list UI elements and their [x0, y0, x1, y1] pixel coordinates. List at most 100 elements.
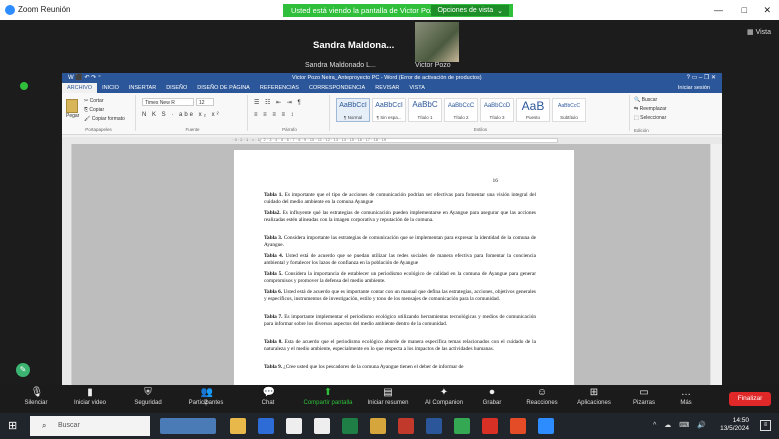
vertical-scrollbar[interactable] [710, 144, 722, 385]
tab-diseno[interactable]: DISEÑO [161, 83, 192, 93]
paragraph-heading: Tabla 6. [264, 289, 283, 295]
acrobat-icon[interactable] [510, 418, 526, 434]
copy-button[interactable]: ⎘ Copiar [84, 107, 104, 113]
view-options-label: Opciones de vista [437, 7, 494, 14]
chat-button[interactable]: 💬 Chat [236, 387, 300, 406]
paragraph-text: ¿Cree usted que los pescadores de la com… [282, 364, 464, 370]
style-heading-1[interactable]: AaBbC Título 1 [408, 98, 442, 122]
word-window-controls[interactable]: ? ▭ – ❐ ✕ [687, 74, 716, 81]
tab-vista[interactable]: VISTA [404, 83, 430, 93]
participant-strip: Sandra Maldona... Sandra Maldonado L... … [303, 20, 463, 76]
list-buttons[interactable]: ☰ ☷ ⇤ ⇥ ¶ [254, 99, 303, 106]
tab-diseno-pagina[interactable]: DISEÑO DE PÁGINA [192, 83, 255, 93]
security-button[interactable]: ⛨ Seguridad [116, 387, 180, 406]
replace-button[interactable]: ⇆ Reemplazar [634, 106, 667, 112]
paragraph-table-7: Tabla 7. Es importante implementar el pe… [264, 314, 536, 328]
chat-icon: 💬 [262, 387, 275, 398]
font-size-select[interactable]: 12 [196, 98, 214, 106]
participants-glyph: 👥 [200, 387, 213, 398]
annotate-pencil-icon[interactable]: ✎ [16, 363, 30, 377]
zoom-taskbar-icon[interactable] [538, 418, 554, 434]
text-format-buttons[interactable]: N K S · abe x₂ x² [142, 112, 221, 118]
align-buttons[interactable]: ≡ ≡ ≡ ≡ ↕ [254, 112, 296, 118]
format-painter-button[interactable]: 🖌 Copiar formato [84, 116, 125, 122]
mute-label: Silenciar [24, 400, 48, 406]
file-explorer-icon[interactable] [230, 418, 246, 434]
view-button[interactable]: ▦ Vista [747, 28, 771, 36]
windows-start-icon[interactable]: ⊞ [8, 420, 20, 432]
tab-archivo[interactable]: ARCHIVO [62, 83, 98, 93]
video-off-icon: ▮ [87, 387, 93, 398]
start-video-label: Iniciar video [73, 400, 106, 406]
tab-correspondencia[interactable]: CORRESPONDENCIA [304, 83, 370, 93]
sign-in-link[interactable]: Iniciar sesión [678, 85, 710, 91]
opera-icon[interactable] [398, 418, 414, 434]
document-title: Victor Pozo Neira_Anteproyecto PC - Word… [292, 75, 482, 81]
start-summary-button[interactable]: ▤ Iniciar resumen [356, 387, 420, 406]
word-icon[interactable] [426, 418, 442, 434]
cut-button[interactable]: ✂ Cortar [84, 98, 104, 104]
meeting-area: ▦ Vista Sandra Maldona... Sandra Maldona… [0, 20, 779, 385]
paragraph-table-1: Tabla 1. Es importante que el tipo de ac… [264, 192, 536, 206]
taskbar-app-icon[interactable] [482, 418, 498, 434]
taskbar-document-icon[interactable] [314, 418, 330, 434]
taskbar-app-icon[interactable] [258, 418, 274, 434]
tab-referencias[interactable]: REFERENCIAS [255, 83, 304, 93]
apps-icon: ⊞ [589, 387, 599, 398]
view-options-button[interactable]: Opciones de vista ⌄ [431, 5, 509, 16]
windows-taskbar: ⊞ ⌕ Buscar ^ ☁ ⌨ 🔊 14:50 13/5/2024 ≡ [0, 413, 779, 439]
paste-label: Pegar [66, 113, 80, 119]
style-heading-2[interactable]: AaBbCcC Título 2 [444, 98, 478, 122]
minimize-button[interactable]: — [714, 5, 723, 15]
horizontal-ruler[interactable]: · 3 · 2 · 1 · ⌂ · 1 · 2 · 3 · 4 · 5 · 6 … [62, 137, 722, 144]
chrome-icon[interactable] [454, 418, 470, 434]
document-page[interactable]: 16 Tabla 1. Es importante que el tipo de… [234, 150, 574, 385]
paragraph-table-4: Tabla 4. Usted está de acuerdo que se pu… [264, 253, 536, 267]
system-tray-icons[interactable]: ^ ☁ ⌨ 🔊 [653, 421, 709, 429]
paste-button[interactable]: Pegar [66, 99, 79, 119]
style-heading-3[interactable]: AaBbCcD Título 3 [480, 98, 514, 122]
tab-insertar[interactable]: INSERTAR [124, 83, 161, 93]
tab-inicio[interactable]: INICIO [97, 83, 124, 93]
style-name: ¶ Sin espa... [376, 115, 402, 120]
close-button[interactable]: ✕ [763, 5, 771, 16]
participant-video[interactable] [415, 22, 459, 62]
replace-label: Reemplazar [639, 106, 667, 112]
notifications-icon[interactable]: ≡ [760, 420, 771, 431]
security-shield-icon: ⛨ [144, 387, 152, 398]
taskbar-folder-icon[interactable] [370, 418, 386, 434]
taskbar-search[interactable]: ⌕ Buscar [30, 416, 150, 436]
share-screen-button[interactable]: ⬆ Compartir pantalla [296, 387, 360, 406]
style-subtitle[interactable]: AaBbCcC Subtítulo [552, 98, 586, 122]
document-canvas: 16 Tabla 1. Es importante que el tipo de… [72, 144, 710, 385]
style-sample: AaBbC [412, 100, 438, 109]
taskbar-news-widget-icon[interactable] [160, 418, 216, 434]
tab-revisar[interactable]: REVISAR [370, 83, 404, 93]
paragraph-heading: Tabla 4. [264, 253, 284, 259]
styles-group: AaBbCcI ¶ Normal AaBbCcI ¶ Sin espa... AaB… [332, 95, 630, 132]
paragraph-text: Es importante implementar el periodismo … [264, 314, 536, 327]
cut-label: Cortar [89, 98, 104, 104]
encryption-shield-icon[interactable] [20, 82, 28, 90]
clock[interactable]: 14:50 13/5/2024 [720, 417, 749, 433]
quick-access-toolbar[interactable]: W ⬛ ↶ ↷ ⁼ [68, 74, 101, 81]
summary-icon: ▤ [383, 387, 393, 398]
style-no-spacing[interactable]: AaBbCcI ¶ Sin espa... [372, 98, 406, 122]
ruler-marks: · 3 · 2 · 1 · ⌂ · 1 · 2 · 3 · 4 · 5 · 6 … [232, 137, 386, 142]
vertical-ruler[interactable] [62, 144, 72, 385]
style-normal[interactable]: AaBbCcI ¶ Normal [336, 98, 370, 122]
word-titlebar: W ⬛ ↶ ↷ ⁼ Victor Pozo Neira_Anteproyecto… [62, 73, 722, 83]
start-video-button[interactable]: ▮ Iniciar video [58, 387, 122, 406]
copy-label: Copiar [89, 107, 105, 113]
end-meeting-button[interactable]: Finalizar [729, 392, 771, 406]
sparkle-icon: ✦ [439, 387, 449, 398]
maximize-button[interactable]: □ [742, 5, 747, 15]
select-button[interactable]: ⬚ Seleccionar [634, 115, 666, 121]
more-button[interactable]: … Más [654, 387, 718, 406]
style-title[interactable]: AaB Puesto [516, 98, 550, 122]
taskbar-document-icon[interactable] [286, 418, 302, 434]
excel-icon[interactable] [342, 418, 358, 434]
find-button[interactable]: 🔍 Buscar [634, 97, 657, 103]
participants-button[interactable]: 👥2 Participantes [174, 387, 238, 406]
font-name-select[interactable]: Times New R [142, 98, 194, 106]
